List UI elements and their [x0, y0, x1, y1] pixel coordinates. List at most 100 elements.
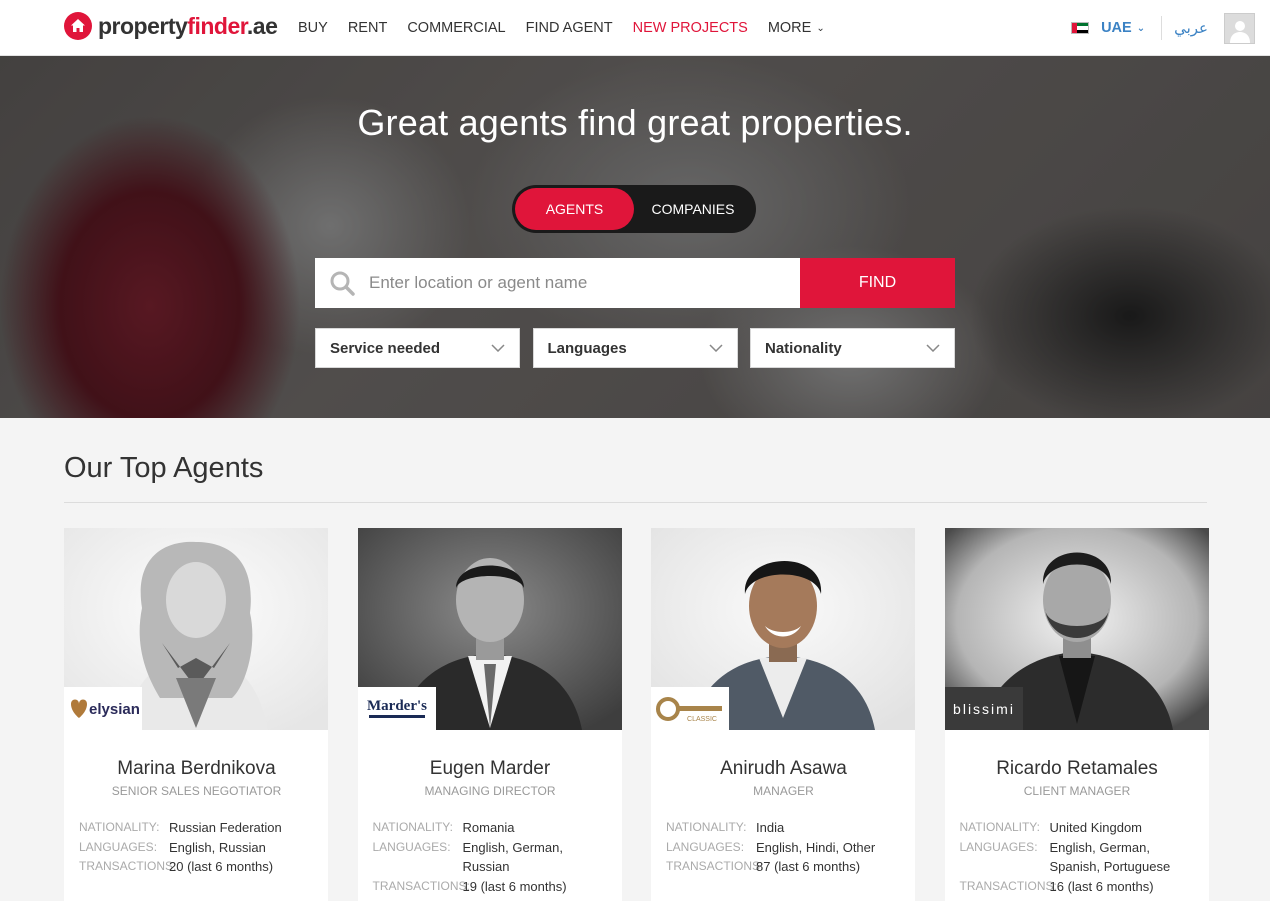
section-title: Our Top Agents: [64, 452, 264, 484]
chevron-down-icon: ⌄: [816, 22, 825, 34]
agent-search: FIND: [315, 258, 955, 308]
nationality-value: Romania: [462, 820, 515, 835]
agent-name[interactable]: Marina Berdnikova: [79, 758, 314, 780]
header-right: UAE ⌄ عربي: [1071, 0, 1255, 56]
transactions-value: 16 (last 6 months): [1049, 878, 1154, 894]
nationality-row: NATIONALITY: Russian Federation: [79, 818, 314, 838]
agent-title: SENIOR SALES NEGOTIATOR: [111, 784, 282, 798]
nav-commercial-label: COMMERCIAL: [407, 20, 506, 36]
nav-buy[interactable]: BUY: [298, 20, 328, 36]
site-header: propertyfinder.ae BUY RENT COMMERCIAL FI…: [0, 0, 1270, 56]
chevron-down-icon: ⌄: [1136, 22, 1146, 34]
company-logo: blissimi: [944, 687, 1023, 730]
nav-rent[interactable]: RENT: [348, 20, 387, 36]
agent-card[interactable]: CLASSIC Anirudh Asawa MANAGER NATIONALIT…: [651, 528, 915, 901]
logo-text-property: property: [98, 12, 188, 39]
nationality-label: NATIONALITY:: [959, 820, 1040, 834]
transactions-label: TRANSACTIONS:: [666, 859, 764, 873]
agent-name[interactable]: Anirudh Asawa: [666, 758, 901, 780]
nav-more[interactable]: MORE ⌄: [768, 20, 825, 36]
agent-card-body: Ricardo Retamales CLIENT MANAGER NATIONA…: [945, 730, 1209, 896]
transactions-label: TRANSACTIONS:: [959, 878, 1057, 893]
search-input[interactable]: [369, 273, 769, 293]
nationality-select[interactable]: Nationality: [750, 328, 955, 368]
agent-info: NATIONALITY: United Kingdom LANGUAGES: Eng…: [960, 818, 1195, 896]
user-icon[interactable]: [1224, 12, 1255, 44]
search-icon: [330, 271, 355, 296]
languages-label: LANGUAGES:: [666, 839, 745, 854]
tab-agents[interactable]: AGENTS: [515, 188, 634, 230]
nav-new-projects[interactable]: NEW PROJECTS: [633, 20, 748, 36]
company-logo: CLASSIC: [651, 687, 729, 730]
agent-info: NATIONALITY: Russian Federation LANGUAGES…: [79, 818, 314, 877]
country-selector[interactable]: UAE ⌄: [1101, 20, 1145, 36]
agent-title: MANAGING DIRECTOR: [424, 784, 556, 798]
main-nav: BUY RENT COMMERCIAL FIND AGENT NEW PROJE…: [298, 0, 845, 56]
languages-row: LANGUAGES: English, Russian: [79, 838, 314, 858]
languages-label: LANGUAGES:: [79, 839, 158, 854]
nationality-value: India: [756, 820, 785, 835]
agent-card-body: Anirudh Asawa MANAGER NATIONALITY: India …: [651, 730, 915, 877]
nav-commercial[interactable]: COMMERCIAL: [407, 20, 505, 36]
agent-photo: CLASSIC: [651, 528, 915, 730]
nationality-value: United Kingdom: [1049, 820, 1143, 835]
hero-title: Great agents find great properties.: [357, 102, 913, 143]
chevron-down-icon: [491, 344, 505, 352]
transactions-value: 19 (last 6 months): [462, 878, 567, 894]
nav-buy-label: BUY: [298, 20, 328, 36]
agent-card-body: Marina Berdnikova SENIOR SALES NEGOTIATO…: [64, 730, 328, 877]
company-logo: elysian: [64, 687, 142, 730]
nationality-label: NATIONALITY:: [372, 820, 453, 834]
agent-name[interactable]: Ricardo Retamales: [960, 758, 1195, 780]
nationality-row: NATIONALITY: India: [666, 818, 901, 838]
languages-value: English, German, Russian: [462, 839, 563, 875]
languages-select[interactable]: Languages: [532, 328, 738, 368]
languages-row: LANGUAGES: English, Hindi, Other: [666, 838, 901, 858]
search-filters: Service needed Languages Nationality: [315, 328, 955, 368]
header-divider: [1161, 16, 1163, 40]
agent-card-body: Eugen Marder MANAGING DIRECTOR NATIONALI…: [358, 730, 622, 896]
agent-name[interactable]: Eugen Marder: [373, 758, 608, 780]
search-type-toggle: AGENTS COMPANIES: [512, 185, 756, 233]
svg-text:elysian: elysian: [89, 701, 139, 718]
company-logo: Marder's: [357, 687, 436, 730]
find-button[interactable]: FIND: [800, 258, 955, 308]
service-needed-label: Service needed: [330, 339, 441, 357]
agent-card[interactable]: blissimi Ricardo Retamales CLIENT MANAGE…: [944, 528, 1209, 901]
service-needed-select[interactable]: Service needed: [315, 328, 520, 368]
agent-photo: elysian: [64, 528, 328, 730]
nationality-value: Russian Federation: [169, 820, 282, 835]
logo-text: propertyfinder.ae: [98, 12, 278, 40]
nationality-row: NATIONALITY: Romania: [373, 818, 608, 838]
transactions-label: TRANSACTIONS:: [79, 859, 177, 873]
nav-find-agent-label: FIND AGENT: [525, 20, 613, 36]
agent-card[interactable]: elysian Marina Berdnikova SENIOR SALES N…: [64, 528, 328, 901]
country-label: UAE: [1101, 20, 1132, 36]
chevron-down-icon: [926, 344, 940, 352]
svg-text:Marder's: Marder's: [367, 698, 427, 714]
logo-text-finder: finder: [187, 12, 247, 39]
languages-row: LANGUAGES: English, German, Spanish, Port…: [960, 838, 1195, 877]
svg-text:blissimi: blissimi: [953, 701, 1015, 717]
nationality-label: NATIONALITY:: [79, 820, 160, 834]
search-field: [315, 258, 800, 308]
nationality-label: NATIONALITY:: [666, 820, 747, 834]
agent-card[interactable]: Marder's Eugen Marder MANAGING DIRECTOR …: [357, 528, 622, 901]
agent-title: MANAGER: [753, 784, 814, 798]
logo-text-domain: .ae: [246, 12, 278, 39]
agent-title: CLIENT MANAGER: [1023, 784, 1131, 798]
uae-flag-icon: [1071, 22, 1090, 34]
svg-text:CLASSIC: CLASSIC: [687, 716, 717, 723]
tab-companies[interactable]: COMPANIES: [634, 188, 752, 230]
transactions-value: 87 (last 6 months): [756, 859, 861, 874]
language-switch[interactable]: عربي: [1174, 19, 1208, 37]
section-divider: [64, 502, 1207, 503]
site-logo[interactable]: propertyfinder.ae: [64, 12, 278, 40]
nav-find-agent[interactable]: FIND AGENT: [526, 20, 613, 36]
transactions-row: TRANSACTIONS: 87 (last 6 months): [666, 857, 901, 877]
transactions-value: 20 (last 6 months): [169, 859, 274, 874]
nav-rent-label: RENT: [347, 20, 388, 36]
nationality-label: Nationality: [765, 339, 842, 357]
languages-label: LANGUAGES:: [959, 839, 1038, 854]
transactions-row: TRANSACTIONS: 16 (last 6 months): [960, 877, 1195, 897]
